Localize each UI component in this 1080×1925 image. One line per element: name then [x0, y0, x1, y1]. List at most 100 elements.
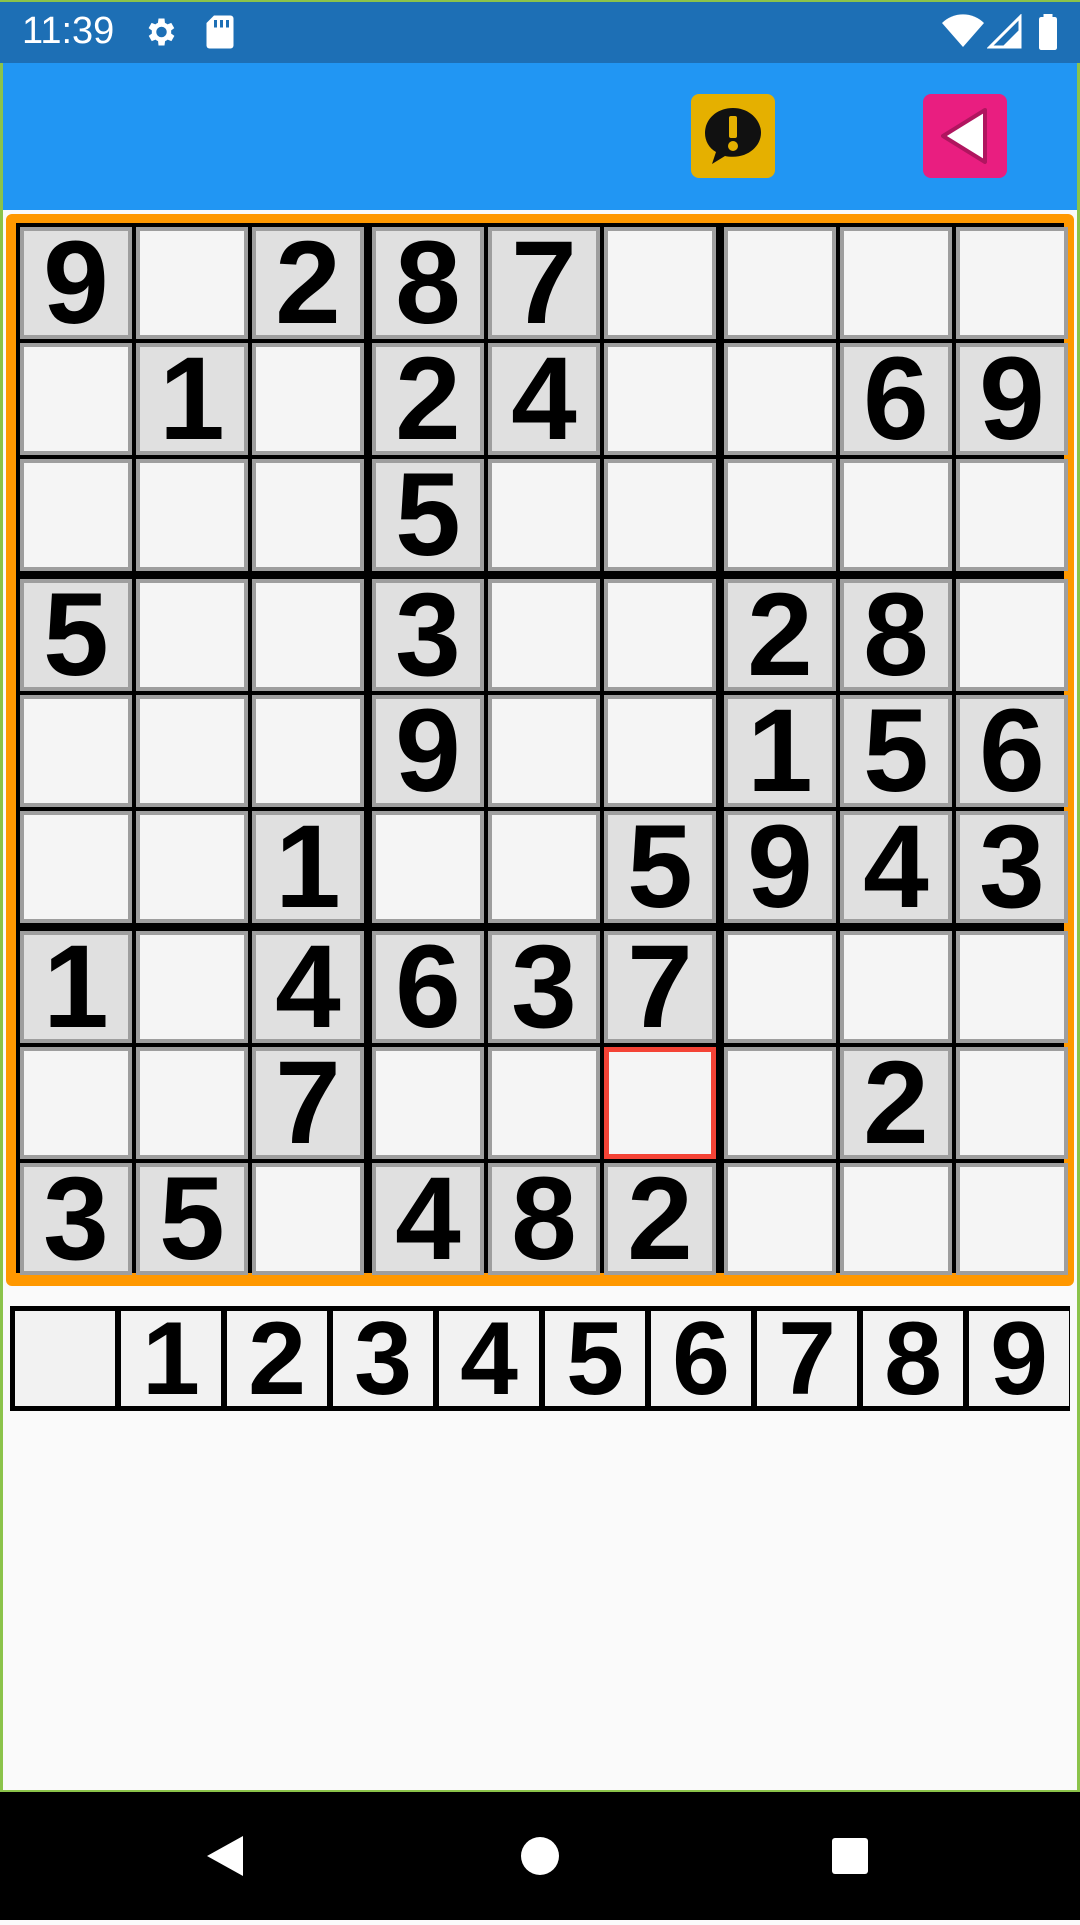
board-cell[interactable]	[252, 343, 364, 455]
board-cell[interactable]	[724, 459, 836, 571]
board-cell[interactable]: 2	[604, 1160, 716, 1278]
board-cell[interactable]	[252, 459, 364, 571]
board-cell[interactable]	[20, 459, 132, 571]
board-cell[interactable]	[724, 1047, 836, 1159]
board-cell[interactable]: 5	[840, 692, 952, 810]
board-cell[interactable]	[840, 1163, 952, 1275]
board-cell[interactable]: 9	[956, 340, 1068, 458]
board-cell[interactable]: 2	[724, 576, 836, 694]
board-cell[interactable]: 3	[956, 808, 1068, 926]
board-cell[interactable]	[956, 459, 1068, 571]
board-cell[interactable]: 5	[136, 1160, 248, 1278]
board-cell[interactable]: 4	[840, 808, 952, 926]
board-cell[interactable]	[20, 343, 132, 455]
board-cell[interactable]: 3	[488, 928, 600, 1046]
board-cell[interactable]: 2	[840, 1044, 952, 1162]
board-cell[interactable]	[724, 931, 836, 1043]
nav-recents-button[interactable]	[790, 1792, 910, 1920]
number-key-6[interactable]: 6	[651, 1307, 751, 1411]
board-cell[interactable]: 9	[724, 808, 836, 926]
board-cell[interactable]	[604, 227, 716, 339]
number-key-8[interactable]: 8	[863, 1307, 963, 1411]
board-cell[interactable]: 6	[372, 928, 484, 1046]
number-key-9[interactable]: 9	[969, 1307, 1069, 1411]
board-cell[interactable]	[956, 579, 1068, 691]
board-cell[interactable]	[724, 227, 836, 339]
board-cell[interactable]: 8	[488, 1160, 600, 1278]
board-cell[interactable]	[372, 1047, 484, 1159]
board-cell[interactable]	[136, 695, 248, 807]
board-cell[interactable]	[136, 579, 248, 691]
board-cell[interactable]: 3	[20, 1160, 132, 1278]
board-cell[interactable]	[724, 343, 836, 455]
nav-home-button[interactable]	[480, 1792, 600, 1920]
board-cell[interactable]: 2	[252, 224, 364, 342]
board-cell[interactable]	[488, 459, 600, 571]
board-cell[interactable]: 1	[20, 928, 132, 1046]
board-cell[interactable]	[604, 459, 716, 571]
board-cell[interactable]: 4	[372, 1160, 484, 1278]
selected-cell[interactable]	[604, 1047, 716, 1159]
board-cell[interactable]: 5	[604, 808, 716, 926]
board-cell[interactable]: 4	[488, 340, 600, 458]
number-pad: 123456789	[10, 1306, 1070, 1411]
back-button[interactable]	[923, 94, 1007, 178]
board-cell[interactable]	[488, 695, 600, 807]
number-key-3[interactable]: 3	[333, 1307, 433, 1411]
number-key-1[interactable]: 1	[121, 1307, 221, 1411]
gear-icon	[142, 14, 178, 55]
board-cell[interactable]: 6	[840, 340, 952, 458]
board-cell[interactable]	[20, 811, 132, 923]
board-cell[interactable]: 7	[604, 928, 716, 1046]
board-cell[interactable]: 7	[252, 1044, 364, 1162]
board-cell[interactable]	[252, 695, 364, 807]
board-cell[interactable]	[604, 579, 716, 691]
number-key-5[interactable]: 5	[545, 1307, 645, 1411]
board-cell[interactable]	[20, 1047, 132, 1159]
back-nav-icon	[207, 1836, 243, 1876]
board-cell[interactable]: 6	[956, 692, 1068, 810]
board-cell[interactable]: 1	[252, 808, 364, 926]
board-cell[interactable]	[604, 343, 716, 455]
board-cell[interactable]: 9	[372, 692, 484, 810]
board-cell[interactable]	[20, 695, 132, 807]
hint-button[interactable]	[691, 94, 775, 178]
app-bar	[0, 63, 1080, 210]
board-cell[interactable]: 4	[252, 928, 364, 1046]
board-cell[interactable]: 5	[372, 456, 484, 574]
board-cell[interactable]: 8	[840, 576, 952, 694]
board-cell[interactable]	[724, 1163, 836, 1275]
board-cell[interactable]	[488, 579, 600, 691]
board-cell[interactable]: 8	[372, 224, 484, 342]
board-cell[interactable]	[252, 579, 364, 691]
board-cell[interactable]	[136, 811, 248, 923]
board-cell[interactable]: 5	[20, 576, 132, 694]
board-cell[interactable]	[136, 459, 248, 571]
board-cell[interactable]	[252, 1163, 364, 1275]
erase-key[interactable]	[15, 1311, 115, 1406]
board-cell[interactable]: 3	[372, 576, 484, 694]
board-cell[interactable]	[604, 695, 716, 807]
number-key-2[interactable]: 2	[227, 1307, 327, 1411]
number-key-4[interactable]: 4	[439, 1307, 539, 1411]
board-cell[interactable]: 2	[372, 340, 484, 458]
board-cell[interactable]	[136, 227, 248, 339]
board-cell[interactable]	[372, 811, 484, 923]
board-cell[interactable]	[488, 811, 600, 923]
board-cell[interactable]	[956, 1163, 1068, 1275]
board-cell[interactable]: 7	[488, 224, 600, 342]
board-cell[interactable]	[840, 459, 952, 571]
board-cell[interactable]: 9	[20, 224, 132, 342]
board-cell[interactable]: 1	[136, 340, 248, 458]
board-cell[interactable]	[956, 931, 1068, 1043]
board-cell[interactable]	[840, 227, 952, 339]
board-cell[interactable]	[840, 931, 952, 1043]
board-cell[interactable]	[488, 1047, 600, 1159]
board-cell[interactable]	[136, 931, 248, 1043]
nav-back-button[interactable]	[165, 1792, 285, 1920]
board-cell[interactable]	[956, 1047, 1068, 1159]
number-key-7[interactable]: 7	[757, 1307, 857, 1411]
board-cell[interactable]	[136, 1047, 248, 1159]
board-cell[interactable]: 1	[724, 692, 836, 810]
board-cell[interactable]	[956, 227, 1068, 339]
